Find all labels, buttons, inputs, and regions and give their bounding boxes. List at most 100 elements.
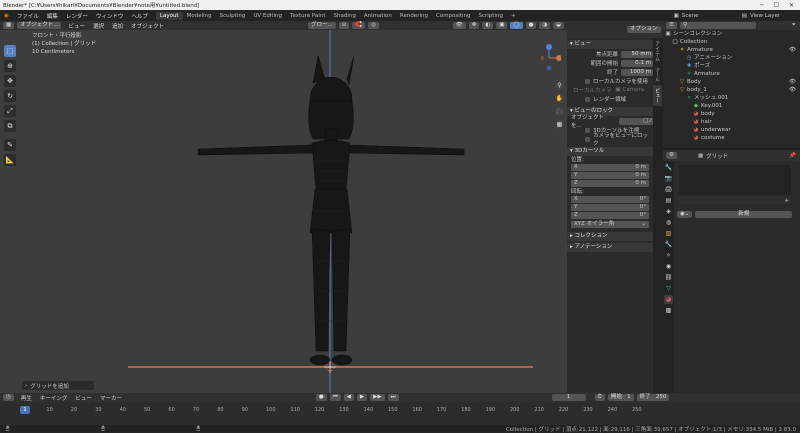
transform-orientation-selector[interactable]: グロー...	[308, 22, 336, 29]
last-operator-panel[interactable]: › グリッドを追加	[22, 381, 94, 390]
filter-icon[interactable]: ⏷	[792, 22, 796, 29]
workspace-tab-sculpting[interactable]: Sculpting	[216, 12, 250, 20]
lock-cursor-checkbox[interactable]	[585, 127, 590, 133]
3d-viewport[interactable]: フロント・平行投影 (1) Collection | グリッド 10 Centi…	[0, 21, 567, 393]
camera-view-icon[interactable]: 🎥	[555, 107, 564, 116]
clip-start-field[interactable]: 0.1 m	[621, 59, 653, 67]
outliner-editor-icon[interactable]: ☰	[666, 22, 677, 29]
shading-rendered-icon[interactable]: ◒	[553, 22, 564, 29]
viewport-menu-object[interactable]: オブジェクト	[127, 22, 168, 30]
workspace-tab-uv-editing[interactable]: UV Editing	[249, 12, 286, 20]
rotation-mode-dropdown[interactable]: XYZ オイラー角 ⌄	[571, 221, 649, 228]
outliner-item[interactable]: ◷ アニメーション	[663, 54, 800, 62]
outliner-item[interactable]: ✚ ポーズ	[663, 62, 800, 70]
timeline-ruler[interactable]: 0102030405060708090100110120130140150160…	[0, 393, 800, 425]
cursor-loc-z[interactable]: Z0 m	[571, 180, 649, 187]
annotate-tool-icon[interactable]: ✎	[4, 139, 16, 151]
outliner-item[interactable]: ▽ Body 👁	[663, 78, 800, 86]
snap-icon[interactable]: 🧲	[352, 22, 366, 29]
view-section-header[interactable]: ▾ ビュー	[567, 40, 653, 49]
transform-tool-icon[interactable]: ⧉	[4, 120, 16, 132]
outliner-item[interactable]: ✦ Armature 👁	[663, 46, 800, 54]
clip-end-field[interactable]: 1000 m	[621, 68, 653, 76]
lock-object-field[interactable]: ▢ ⁄	[618, 117, 653, 125]
workspace-tab-texture-paint[interactable]: Texture Paint	[286, 12, 330, 20]
scene-props-icon[interactable]: ◈	[664, 207, 673, 216]
outliner-item[interactable]: ▿ メッシュ.001	[663, 94, 800, 102]
local-camera-checkbox[interactable]	[585, 78, 590, 84]
close-icon[interactable]: ✕	[789, 2, 794, 9]
maximize-icon[interactable]: ☐	[774, 2, 779, 9]
menu-file[interactable]: ファイル	[13, 12, 43, 20]
material-slot-list[interactable]	[679, 165, 791, 195]
playhead[interactable]: 1	[20, 406, 30, 414]
render-region-checkbox[interactable]	[585, 96, 590, 102]
outliner-item[interactable]: ✧ Armature	[663, 70, 800, 78]
output-props-icon[interactable]: 🖨	[664, 185, 673, 194]
3d-cursor-header[interactable]: ▾ 3Dカーソル	[567, 147, 653, 156]
mode-selector[interactable]: オブジェクト...	[17, 22, 62, 29]
shading-wireframe-icon[interactable]: ◯	[510, 22, 523, 29]
focal-length-field[interactable]: 50 mm	[621, 50, 653, 58]
particle-props-icon[interactable]: ✧	[664, 251, 673, 260]
view-layer-selector[interactable]: View Layer	[750, 13, 800, 19]
tab-tool[interactable]: ツール	[653, 64, 662, 85]
physics-props-icon[interactable]: ◉	[664, 262, 673, 271]
workspace-tab-rendering[interactable]: Rendering	[396, 12, 432, 20]
navigation-gizmo[interactable]	[540, 43, 562, 73]
tab-item[interactable]: アイテム	[653, 38, 662, 64]
outliner-item[interactable]: ◆ Key.001	[663, 102, 800, 110]
xray-icon[interactable]: ▣	[496, 22, 508, 29]
world-props-icon[interactable]: ◍	[664, 218, 673, 227]
scale-tool-icon[interactable]: ⤢	[4, 105, 16, 117]
move-tool-icon[interactable]: ✥	[4, 75, 16, 87]
pin-icon[interactable]: 📌	[789, 153, 796, 159]
cursor-rot-y[interactable]: Y 0°	[571, 204, 649, 211]
scene-collection-row[interactable]: ▣ シーンコレクション	[663, 30, 800, 38]
visibility-eye-icon[interactable]: 👁	[789, 46, 796, 54]
lock-camera-row[interactable]: カメラをビューにロック	[567, 133, 653, 147]
browse-data-icon[interactable]: ◉⌄	[677, 210, 693, 218]
shading-solid-icon[interactable]: ●	[525, 22, 537, 29]
properties-editor-icon[interactable]: ⚙	[666, 152, 677, 159]
cursor-tool-icon[interactable]: ⊕	[4, 60, 16, 72]
zoom-icon[interactable]: ⚲	[555, 81, 564, 90]
object-props-icon[interactable]: ▧	[664, 229, 673, 238]
workspace-tab-animation[interactable]: Animation	[360, 12, 396, 20]
proportional-edit-icon[interactable]: ◎	[368, 22, 380, 29]
view-layer-props-icon[interactable]: ▤	[664, 196, 673, 205]
collection-section-header[interactable]: ▸ コレクション	[567, 232, 653, 241]
workspace-tab-scripting[interactable]: Scripting	[474, 12, 506, 20]
outliner-item[interactable]: ▽ body_1 👁	[663, 86, 800, 94]
viewport-menu-select[interactable]: 選択	[89, 22, 108, 30]
select-box-tool-icon[interactable]: ⬚	[4, 45, 16, 57]
outliner-search-input[interactable]: ⚲	[679, 22, 756, 29]
visibility-icon[interactable]: 👁	[452, 22, 466, 29]
menu-render[interactable]: レンダー	[62, 12, 92, 20]
cursor-loc-x[interactable]: X0 m	[571, 164, 649, 171]
outliner-item[interactable]: ▢ Collection	[663, 38, 800, 46]
viewport-menu-view[interactable]: ビュー	[64, 22, 89, 30]
visibility-eye-icon[interactable]: 👁	[789, 78, 796, 86]
cursor-rot-z[interactable]: Z 0°	[571, 212, 649, 219]
rotate-tool-icon[interactable]: ↻	[4, 90, 16, 102]
outliner-item[interactable]: ◕ body	[663, 110, 800, 118]
render-region-row[interactable]: レンダー領域	[567, 95, 653, 103]
local-camera-row[interactable]: ローカルカメラを使用	[567, 77, 653, 85]
workspace-tab-shading[interactable]: Shading	[330, 12, 360, 20]
minimize-icon[interactable]: ─	[760, 2, 764, 9]
gizmo-icon[interactable]: ✥	[468, 22, 480, 29]
workspace-tab-modeling[interactable]: Modeling	[183, 12, 216, 20]
texture-props-icon[interactable]: ▩	[664, 306, 673, 315]
visibility-eye-icon[interactable]: 👁	[789, 86, 796, 94]
overlay-icon[interactable]: ◐	[482, 22, 494, 29]
blender-logo-icon[interactable]: ◉	[0, 13, 13, 19]
render-props-icon[interactable]: 📷	[664, 174, 673, 183]
outliner-item[interactable]: ◕ costume	[663, 134, 800, 142]
menu-window[interactable]: ウィンドウ	[92, 12, 128, 20]
measure-tool-icon[interactable]: 📐	[4, 154, 16, 166]
perspective-grid-icon[interactable]: ▦	[555, 120, 564, 129]
mesh-data-props-icon[interactable]: ▽	[664, 284, 673, 293]
options-button[interactable]: オプション	[627, 26, 661, 33]
workspace-tab-layout[interactable]: Layout	[155, 11, 183, 20]
